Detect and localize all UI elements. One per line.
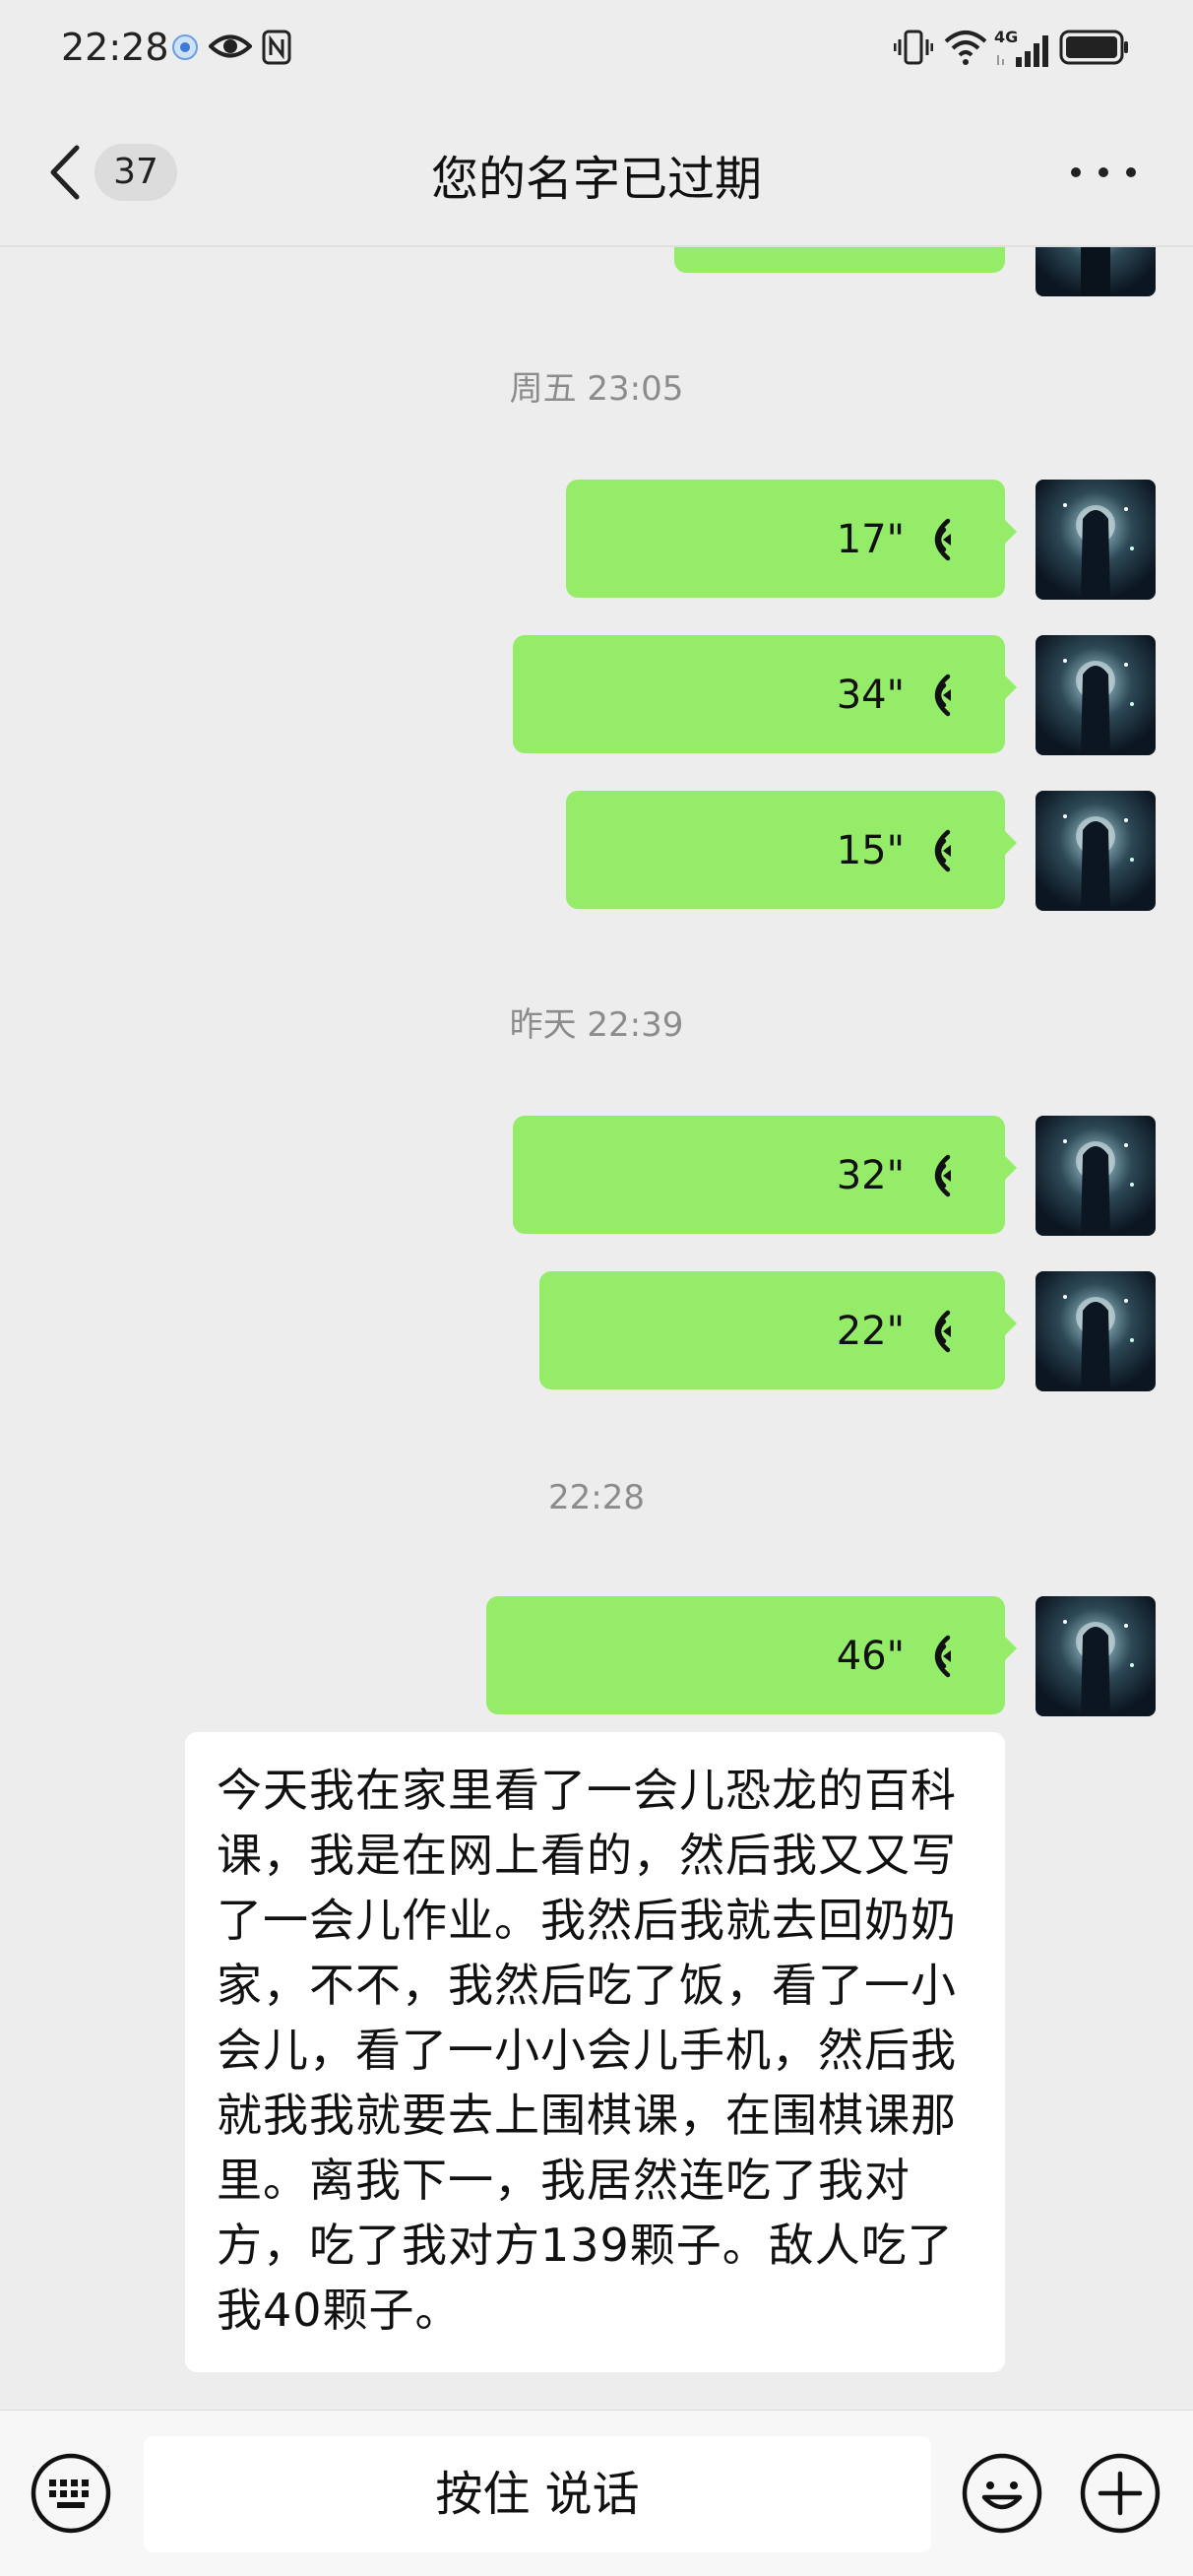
avatar[interactable] <box>1036 480 1156 600</box>
voice-wave-icon <box>934 829 951 872</box>
voice-row: 46" <box>837 1632 958 1681</box>
4g-signal-icon <box>997 35 1048 67</box>
voice-duration: 34" <box>836 673 905 718</box>
voice-wave-icon <box>934 1154 951 1197</box>
voice-transcription-bubble[interactable]: 今天我在家里看了一会儿恐龙的百科课，我是在网上看的，然后我又又写了一会儿作业。我… <box>185 1732 1005 2372</box>
voice-message-bubble[interactable]: 15" <box>566 791 1017 909</box>
nav-bar: 37 您的名字已过期 <box>0 98 1193 246</box>
bubble-tail <box>1004 1311 1017 1336</box>
voice-wave-icon <box>934 518 951 561</box>
voice-row: 22" <box>837 1307 958 1356</box>
bubble-tail <box>1004 830 1017 856</box>
nfc-icon <box>262 30 291 65</box>
avatar[interactable] <box>1036 1271 1156 1391</box>
avatar[interactable] <box>1036 247 1156 296</box>
emoji-icon[interactable] <box>961 2452 1043 2535</box>
status-bar: 22:28 4G <box>0 0 1193 98</box>
bubble-tail <box>1004 519 1017 545</box>
voice-message-bubble[interactable]: 46" <box>486 1596 1017 1714</box>
app-notification-icon <box>172 34 198 60</box>
voice-duration: 15" <box>836 828 905 873</box>
hold-to-talk-button[interactable]: 按住 说话 <box>144 2436 931 2552</box>
voice-row: 15" <box>837 826 958 875</box>
message-list[interactable]: 周五 23:05 17" 34" 15" 昨天 22:39 32" 22" 22… <box>0 247 1193 2410</box>
bubble-tail <box>1004 1636 1017 1661</box>
transcription-text: 今天我在家里看了一会儿恐龙的百科课，我是在网上看的，然后我又又写了一会儿作业。我… <box>217 1764 957 2337</box>
vibrate-icon <box>894 30 933 65</box>
avatar[interactable] <box>1036 1116 1156 1236</box>
voice-wave-icon <box>934 1310 951 1353</box>
battery-icon <box>1059 30 1128 65</box>
input-bar: 按住 说话 <box>0 2410 1193 2576</box>
voice-message-bubble[interactable]: 17" <box>566 480 1017 598</box>
voice-row: 34" <box>837 671 958 720</box>
more-dot-icon <box>1071 167 1081 177</box>
voice-duration: 17" <box>836 517 905 562</box>
voice-duration: 32" <box>836 1153 905 1198</box>
timestamp: 22:28 <box>548 1478 645 1517</box>
voice-message-bubble[interactable]: 32" <box>513 1116 1017 1234</box>
voice-message-bubble[interactable]: 34" <box>513 635 1017 753</box>
avatar[interactable] <box>1036 791 1156 911</box>
voice-row: 32" <box>837 1151 958 1200</box>
voice-bubble-partial[interactable] <box>674 247 1005 273</box>
avatar[interactable] <box>1036 1596 1156 1716</box>
timestamp: 周五 23:05 <box>509 369 684 409</box>
more-options-button[interactable] <box>1069 161 1138 185</box>
avatar[interactable] <box>1036 635 1156 755</box>
status-time: 22:28 <box>61 26 169 69</box>
bubble-tail <box>1004 675 1017 700</box>
bubble-tail <box>1004 1155 1017 1181</box>
voice-wave-icon <box>934 1635 951 1678</box>
voice-row: 17" <box>837 515 958 564</box>
voice-duration: 22" <box>836 1309 905 1354</box>
more-dot-icon <box>1099 167 1108 177</box>
chat-title: 您的名字已过期 <box>430 152 762 207</box>
more-dot-icon <box>1126 167 1136 177</box>
keyboard-toggle-icon[interactable] <box>30 2452 112 2535</box>
timestamp: 昨天 22:39 <box>509 1005 684 1045</box>
wifi-icon <box>944 31 987 65</box>
plus-icon[interactable] <box>1079 2452 1162 2535</box>
voice-duration: 46" <box>836 1634 905 1679</box>
voice-wave-icon <box>934 674 951 717</box>
voice-message-bubble[interactable]: 22" <box>539 1271 1017 1389</box>
eye-icon <box>209 34 252 58</box>
